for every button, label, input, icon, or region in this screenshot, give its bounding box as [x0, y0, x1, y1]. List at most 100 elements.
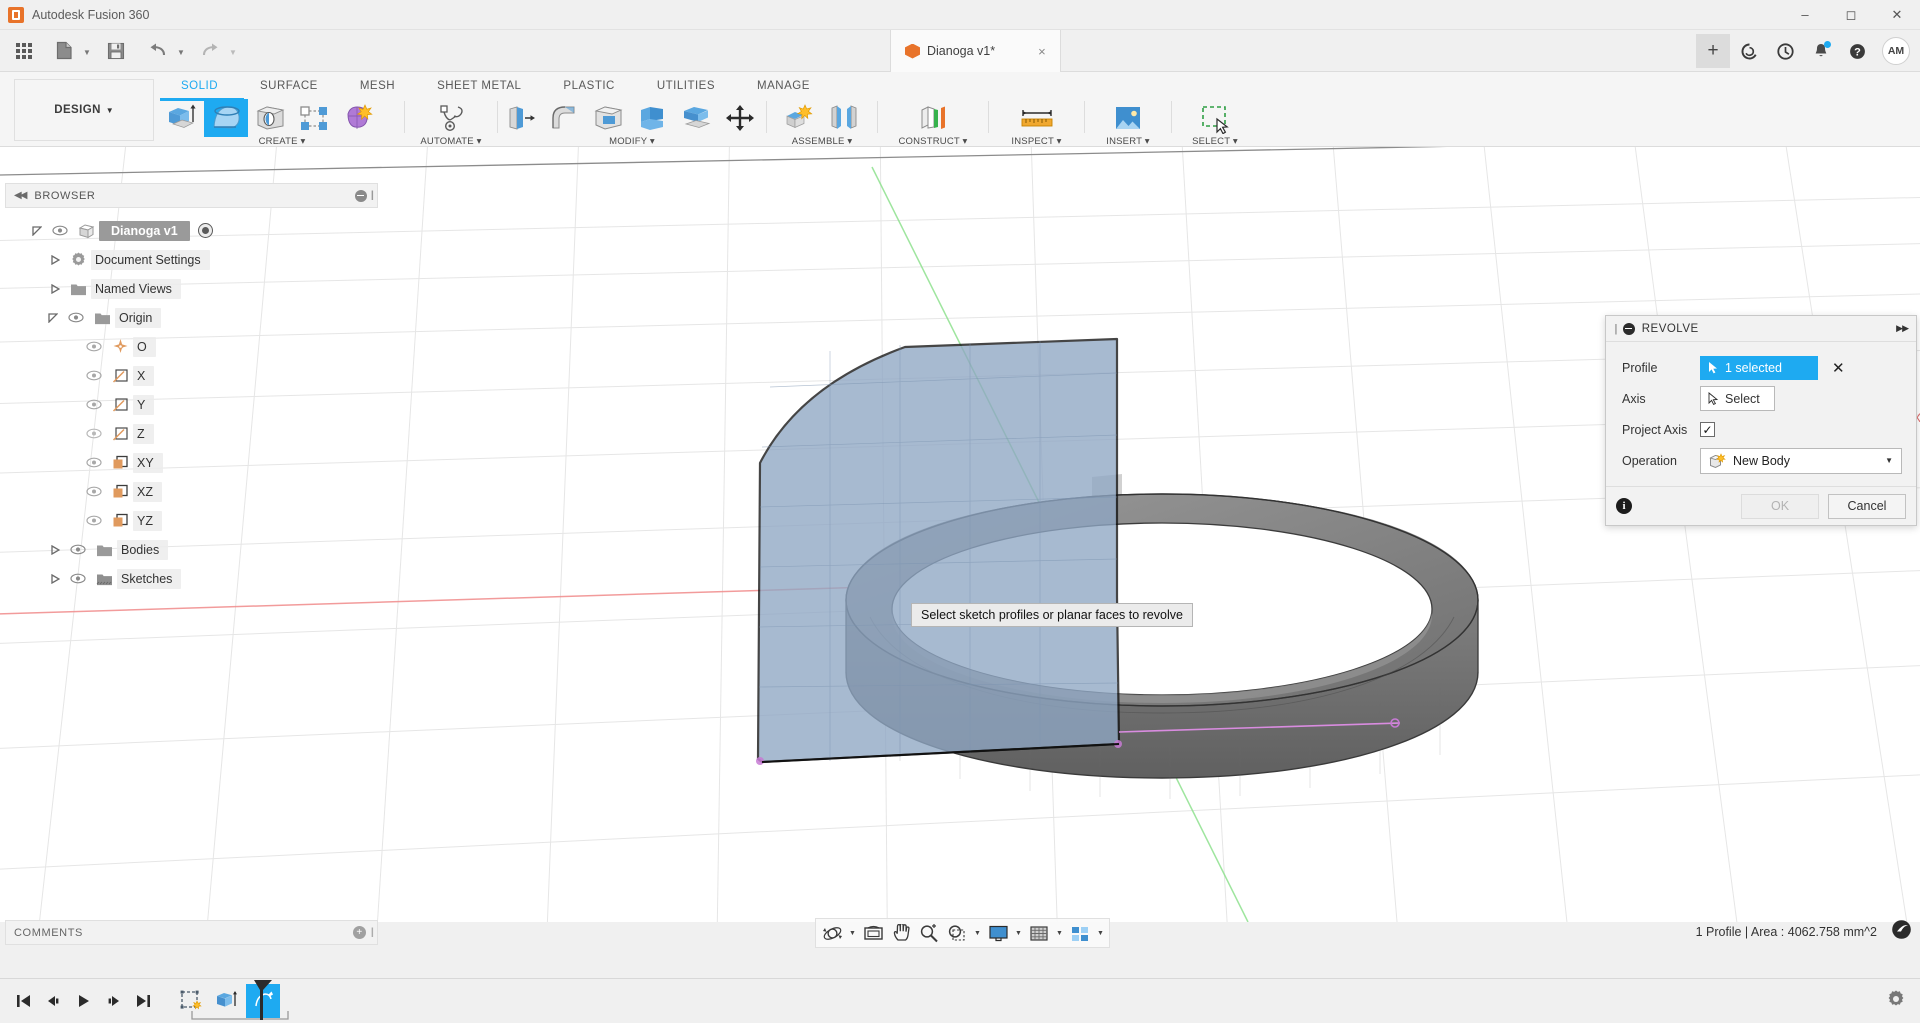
tree-item-sketches[interactable]: Sketches	[5, 564, 378, 593]
step-back-icon[interactable]	[38, 984, 68, 1018]
tree-item-dianoga[interactable]: Dianoga v1	[5, 216, 378, 245]
visibility-eye-icon[interactable]	[81, 341, 107, 352]
new-document-caret[interactable]: ▼	[80, 36, 94, 66]
play-icon[interactable]	[68, 984, 98, 1018]
undo-button[interactable]	[142, 36, 174, 66]
window-minimize-button[interactable]: –	[1782, 0, 1828, 30]
tab-sheet-metal[interactable]: SHEET METAL	[416, 72, 542, 99]
browser-collapse-icon[interactable]	[354, 189, 367, 202]
extensions-icon[interactable]	[1732, 34, 1766, 68]
comments-resize-grip[interactable]: ||	[371, 927, 375, 938]
viewports-icon[interactable]	[1066, 920, 1094, 946]
redo-button[interactable]	[194, 36, 226, 66]
grid-snaps-caret[interactable]: ▼	[1053, 920, 1066, 946]
ok-button[interactable]: OK	[1741, 493, 1819, 519]
automate-icon[interactable]	[429, 99, 473, 137]
joint-icon[interactable]	[822, 99, 866, 137]
tree-item-axis-y[interactable]: Y	[5, 390, 378, 419]
fillet-icon[interactable]	[542, 99, 586, 137]
expand-arrow-icon[interactable]	[27, 225, 47, 236]
ribbon-group-select-label[interactable]: SELECT ▾	[1172, 137, 1258, 147]
undo-caret[interactable]: ▼	[174, 36, 188, 66]
ribbon-group-insert-label[interactable]: INSERT ▾	[1085, 137, 1171, 147]
comments-panel[interactable]: COMMENTS + ||	[5, 920, 378, 945]
scale-icon[interactable]	[674, 99, 718, 137]
display-settings-caret[interactable]: ▼	[1012, 920, 1025, 946]
visibility-eye-icon[interactable]	[81, 457, 107, 468]
orbit-icon[interactable]	[818, 920, 846, 946]
visibility-eye-icon[interactable]	[81, 515, 107, 526]
tab-utilities[interactable]: UTILITIES	[636, 72, 736, 99]
draft-icon[interactable]	[630, 99, 674, 137]
step-forward-icon[interactable]	[98, 984, 128, 1018]
clear-profile-selection-button[interactable]: ✕	[1832, 359, 1845, 377]
visibility-eye-icon[interactable]	[63, 312, 89, 323]
grid-snaps-icon[interactable]	[1025, 920, 1053, 946]
hole-icon[interactable]	[248, 99, 292, 137]
tree-item-axis-x[interactable]: X	[5, 361, 378, 390]
collapse-left-icon[interactable]: ◀◀	[14, 190, 27, 201]
shell-icon[interactable]	[586, 99, 630, 137]
visibility-eye-icon[interactable]	[81, 486, 107, 497]
ribbon-group-assemble-label[interactable]: ASSEMBLE ▾	[767, 137, 877, 147]
zoom-window-icon[interactable]	[943, 920, 971, 946]
profile-selection-chip[interactable]: 1 selected	[1700, 355, 1818, 380]
zoom-window-caret[interactable]: ▼	[971, 920, 984, 946]
help-icon[interactable]: ?	[1840, 34, 1874, 68]
display-settings-icon[interactable]	[984, 920, 1012, 946]
tab-plastic[interactable]: PLASTIC	[542, 72, 635, 99]
pattern-icon[interactable]	[292, 99, 336, 137]
support-icon[interactable]	[1891, 919, 1912, 945]
go-to-beginning-icon[interactable]	[8, 984, 38, 1018]
tree-item-plane-yz[interactable]: YZ	[5, 506, 378, 535]
measure-icon[interactable]	[1015, 99, 1059, 137]
tree-item-axis-z[interactable]: Z	[5, 419, 378, 448]
recent-activity-icon[interactable]	[1768, 34, 1802, 68]
tab-surface[interactable]: SURFACE	[239, 72, 339, 99]
notifications-icon[interactable]	[1804, 34, 1838, 68]
save-button[interactable]	[100, 36, 132, 66]
visibility-eye-icon[interactable]	[81, 370, 107, 381]
visibility-eye-icon[interactable]	[65, 573, 91, 584]
tree-item-origin-point[interactable]: O	[5, 332, 378, 361]
visibility-eye-icon[interactable]	[81, 399, 107, 410]
go-to-end-icon[interactable]	[128, 984, 158, 1018]
collapse-arrow-icon[interactable]	[45, 573, 65, 584]
visibility-eye-icon[interactable]	[65, 544, 91, 555]
offset-plane-icon[interactable]	[911, 99, 955, 137]
viewports-caret[interactable]: ▼	[1094, 920, 1107, 946]
info-icon[interactable]: i	[1616, 498, 1632, 514]
revolve-dialog-header[interactable]: || REVOLVE ▶▶	[1606, 316, 1916, 342]
operation-dropdown[interactable]: New Body ▼	[1700, 447, 1902, 474]
form-icon[interactable]	[336, 99, 380, 137]
orbit-caret[interactable]: ▼	[846, 920, 859, 946]
document-tab-close-icon[interactable]: ×	[1038, 44, 1046, 59]
new-document-button[interactable]	[48, 36, 80, 66]
document-tab[interactable]: Dianoga v1* ×	[890, 30, 1061, 72]
ribbon-group-create-label[interactable]: CREATE ▾	[160, 137, 404, 147]
minus-circle-icon[interactable]	[1622, 322, 1635, 335]
tree-item-bodies[interactable]: Bodies	[5, 535, 378, 564]
window-maximize-button[interactable]: ◻	[1828, 0, 1874, 30]
window-close-button[interactable]: ✕	[1874, 0, 1920, 30]
activate-component-radio[interactable]	[197, 223, 213, 238]
tree-item-plane-xz[interactable]: XZ	[5, 477, 378, 506]
zoom-icon[interactable]	[915, 920, 943, 946]
settings-gear-icon[interactable]	[1886, 989, 1906, 1014]
tree-item-document-settings[interactable]: Document Settings	[5, 245, 378, 274]
chevron-down-icon[interactable]: ▼	[1885, 456, 1893, 465]
ribbon-group-modify-label[interactable]: MODIFY ▾	[498, 137, 766, 147]
cancel-button[interactable]: Cancel	[1828, 493, 1906, 519]
collapse-arrow-icon[interactable]	[45, 254, 65, 265]
revolve-icon[interactable]	[204, 99, 248, 137]
timeline-marker[interactable]	[252, 978, 282, 1022]
browser-resize-grip[interactable]: ||	[371, 190, 375, 201]
collapse-arrow-icon[interactable]	[45, 544, 65, 555]
window-selection-icon[interactable]	[1193, 99, 1237, 137]
workspace-selector[interactable]: DESIGN ▼	[14, 79, 154, 141]
press-pull-icon[interactable]	[498, 99, 542, 137]
collapse-arrow-icon[interactable]	[45, 283, 65, 294]
tree-item-named-views[interactable]: Named Views	[5, 274, 378, 303]
tree-item-plane-xy[interactable]: XY	[5, 448, 378, 477]
tab-manage[interactable]: MANAGE	[736, 72, 831, 99]
